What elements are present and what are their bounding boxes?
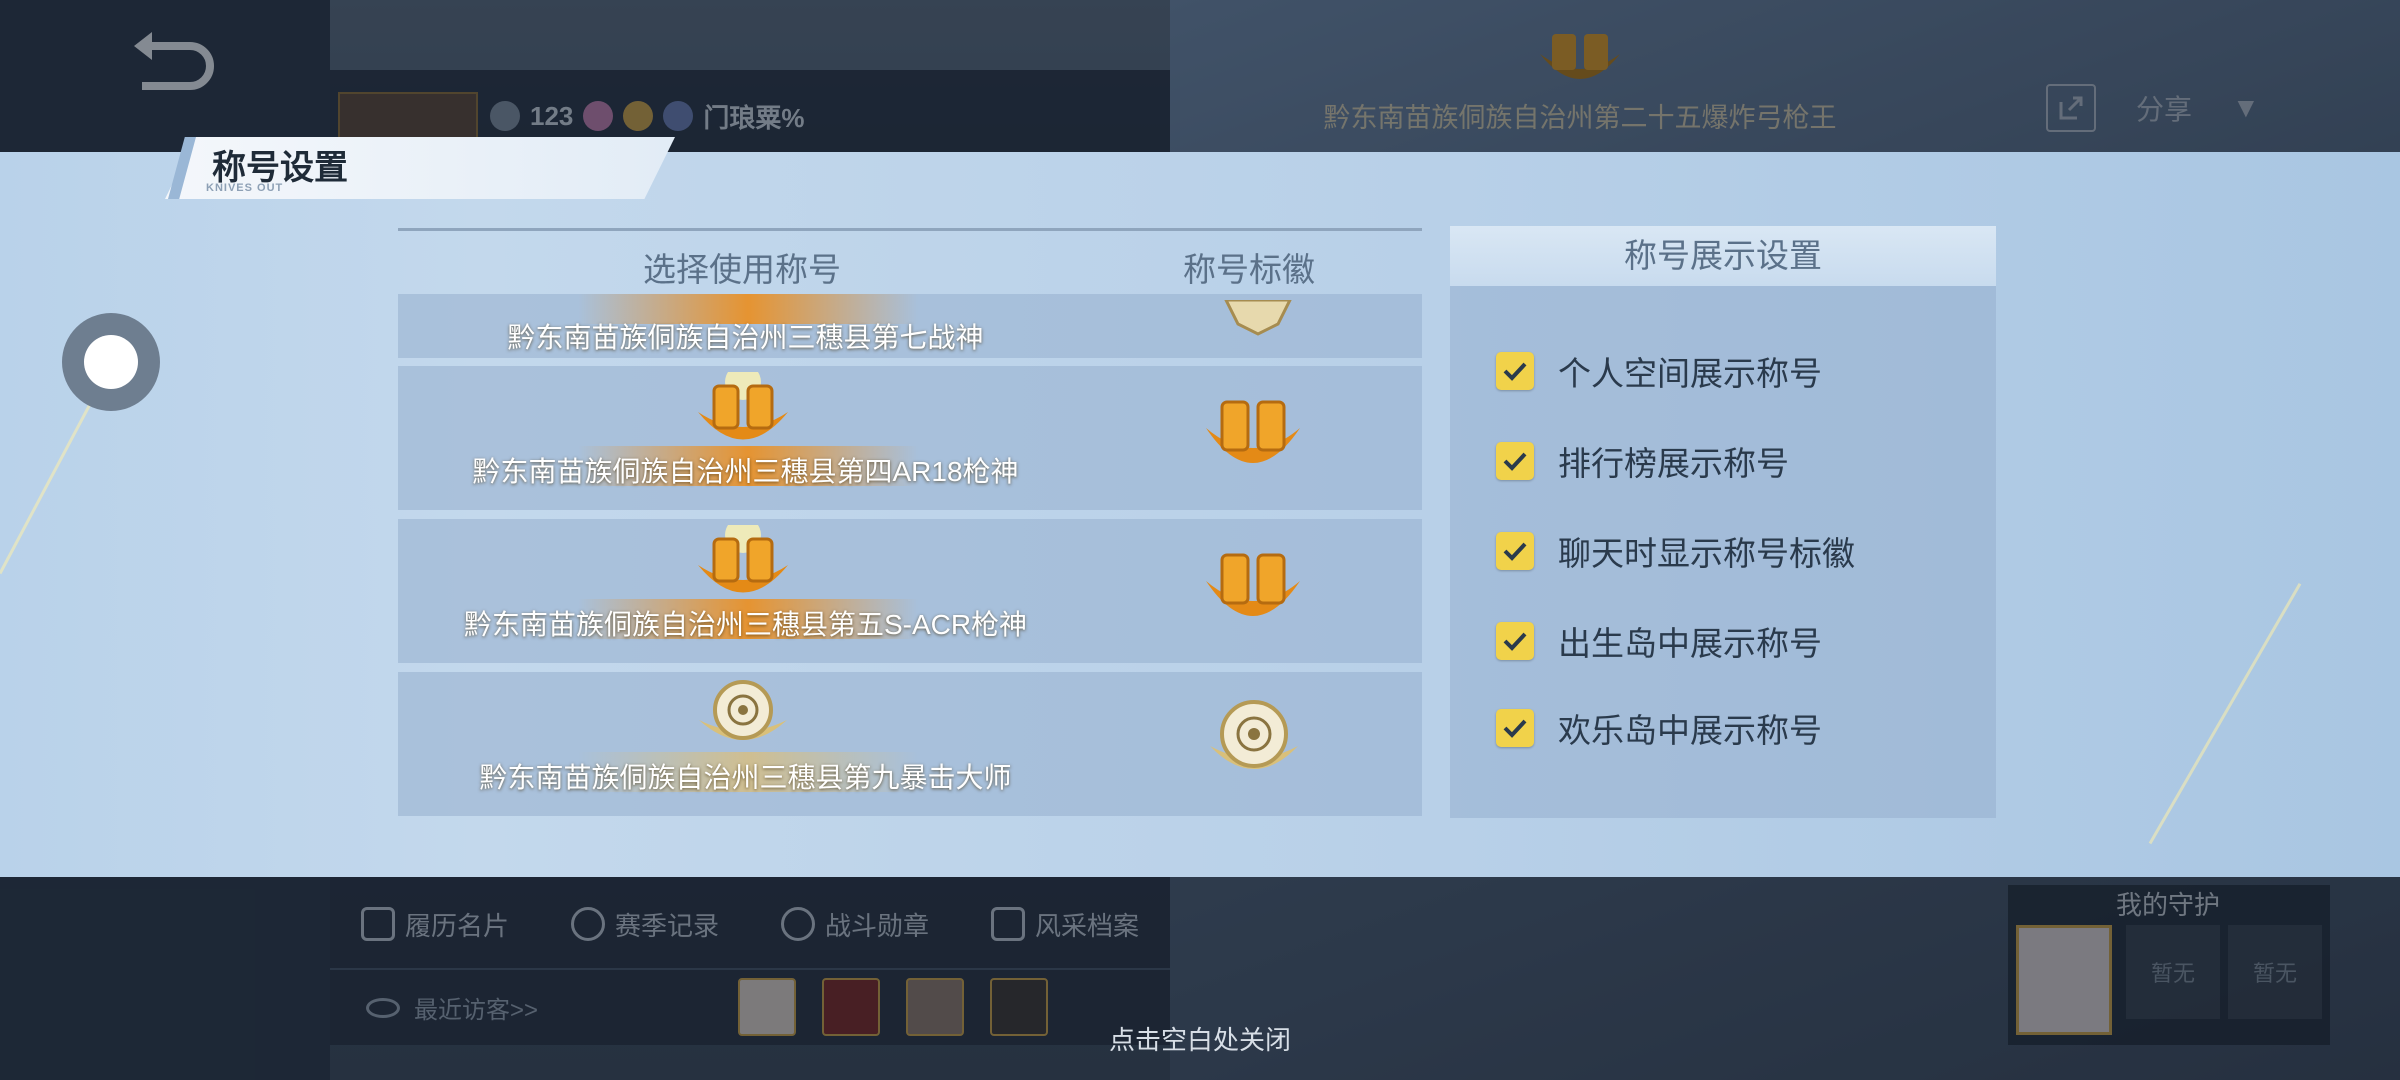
checkbox-leaderboard[interactable] [1496, 442, 1534, 480]
golden-guns-icon [1198, 398, 1308, 483]
title-row[interactable]: 黔东南苗族侗族自治州三穗县第七战神 [398, 294, 1422, 358]
title-row[interactable]: 黔东南苗族侗族自治州三穗县第五S-ACR枪神 [398, 517, 1422, 663]
checkbox-fun-island[interactable] [1496, 709, 1534, 747]
close-hint: 点击空白处关闭 [1108, 1025, 1291, 1055]
crosshair-medal-icon [1204, 696, 1304, 787]
title-name: 黔东南苗族侗族自治州三穗县第九暴击大师 [479, 762, 1012, 793]
checkbox-chat-badge[interactable] [1496, 532, 1534, 570]
modal-subtitle: KNIVES OUT [206, 182, 284, 194]
toggle-knob-icon [84, 335, 138, 389]
setting-personal-space[interactable]: 个人空间展示称号 [1496, 346, 1822, 396]
silver-shield-icon [1218, 298, 1298, 345]
setting-label: 个人空间展示称号 [1558, 355, 1822, 392]
check-icon [1503, 542, 1527, 561]
column-badge: 称号标徽 [1183, 251, 1315, 288]
title-row[interactable]: 黔东南苗族侗族自治州三穗县第四AR18枪神 [398, 364, 1422, 510]
setting-leaderboard[interactable]: 排行榜展示称号 [1496, 436, 1789, 486]
golden-guns-icon [688, 517, 798, 610]
title-list-header: 选择使用称号 称号标徽 [398, 228, 1422, 294]
title-list[interactable]: 黔东南苗族侗族自治州三穗县第七战神 黔东南苗族侗族自治州三穗县第四AR18枪神 [398, 294, 1422, 816]
title-name: 黔东南苗族侗族自治州三穗县第七战神 [507, 322, 984, 353]
golden-guns-icon [688, 364, 798, 457]
crosshair-medal-icon [693, 676, 793, 757]
checkbox-personal-space[interactable] [1496, 352, 1534, 390]
title-name: 黔东南苗族侗族自治州三穗县第四AR18枪神 [472, 456, 1019, 487]
check-icon [1503, 719, 1527, 738]
setting-label: 出生岛中展示称号 [1558, 625, 1822, 662]
setting-label: 排行榜展示称号 [1558, 445, 1789, 482]
setting-spawn-island[interactable]: 出生岛中展示称号 [1496, 616, 1822, 666]
check-icon [1503, 632, 1527, 651]
side-toggle-button[interactable] [62, 313, 160, 411]
title-display-settings: 称号展示设置 个人空间展示称号 排行榜展示称号 聊天时显示称号标徽 出生岛中展示… [1450, 226, 1996, 818]
settings-header: 称号展示设置 [1450, 226, 1996, 286]
column-select-title: 选择使用称号 [643, 251, 841, 288]
title-name: 黔东南苗族侗族自治州三穗县第五S-ACR枪神 [463, 609, 1028, 640]
golden-guns-icon [1198, 551, 1308, 636]
setting-chat-badge[interactable]: 聊天时显示称号标徽 [1496, 526, 1855, 576]
title-row[interactable]: 黔东南苗族侗族自治州三穗县第九暴击大师 [398, 672, 1422, 816]
setting-label: 聊天时显示称号标徽 [1558, 535, 1855, 572]
check-icon [1503, 362, 1527, 381]
checkbox-spawn-island[interactable] [1496, 622, 1534, 660]
setting-fun-island[interactable]: 欢乐岛中展示称号 [1496, 703, 1822, 753]
setting-label: 欢乐岛中展示称号 [1558, 712, 1822, 749]
check-icon [1503, 452, 1527, 471]
